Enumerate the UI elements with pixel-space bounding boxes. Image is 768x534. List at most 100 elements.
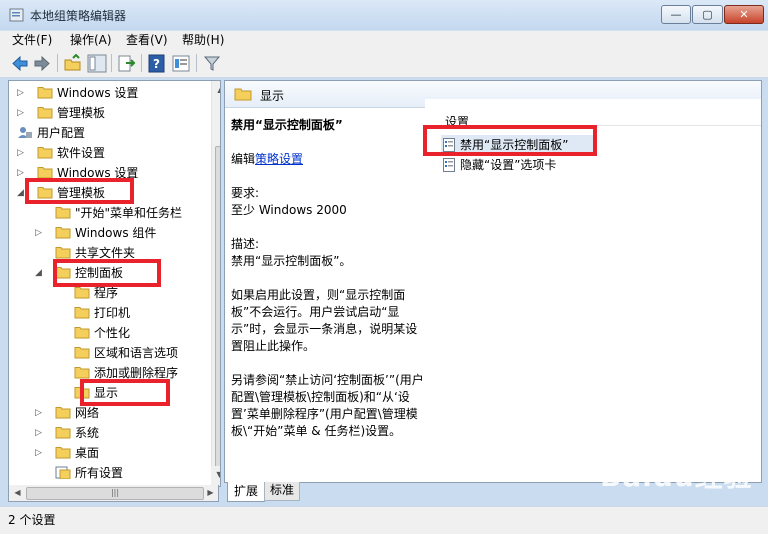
edit-policy-line: 编辑策略设置	[231, 151, 427, 168]
expand-arrow-icon[interactable]: ▷	[17, 143, 27, 163]
back-arrow-icon[interactable]	[10, 54, 30, 73]
tree-node-regional-language[interactable]: 区域和语言选项	[9, 343, 209, 363]
tree-node-label: 打印机	[94, 306, 131, 320]
setting-description-panel: 禁用“显示控制面板” 编辑策略设置 要求: 至少 Windows 2000 描述:…	[231, 117, 427, 457]
requirements-value: 至少 Windows 2000	[231, 203, 347, 217]
maximize-button[interactable]: ▢	[692, 5, 723, 24]
folder-icon	[74, 327, 90, 339]
tree-node-windows-settings[interactable]: ▷ Windows 设置	[9, 83, 209, 103]
tree-node-software-settings[interactable]: ▷ 软件设置	[9, 143, 209, 163]
expand-arrow-icon[interactable]: ▷	[35, 403, 45, 423]
tree-node-label: 系统	[75, 426, 100, 440]
tree-vertical-scrollbar[interactable]: ▲	[211, 81, 220, 468]
description-block: 描述: 禁用“显示控制面板”。	[231, 236, 427, 270]
tree-node-printers[interactable]: 打印机	[9, 303, 209, 323]
folder-icon	[55, 227, 71, 239]
tree-node-windows-components[interactable]: ▷ Windows 组件	[9, 223, 209, 243]
scroll-corner: ▼	[211, 466, 220, 486]
tree-node-personalization[interactable]: 个性化	[9, 323, 209, 343]
export-list-icon[interactable]	[117, 54, 137, 73]
folder-icon	[37, 147, 53, 159]
highlight-box-setting	[423, 125, 597, 156]
folder-icon	[74, 287, 90, 299]
tree-node-network[interactable]: ▷ 网络	[9, 403, 209, 423]
folder-icon	[74, 347, 90, 359]
folder-icon	[74, 367, 90, 379]
tree-node-label: 桌面	[75, 446, 100, 460]
tree-node-system[interactable]: ▷ 系统	[9, 423, 209, 443]
tree-node-admin-templates[interactable]: ▷ 管理模板	[9, 103, 209, 123]
tree-node-label: 个性化	[94, 326, 131, 340]
expand-arrow-icon[interactable]: ▷	[35, 423, 45, 443]
setting-item-hide-settings-tab[interactable]: 隐藏“设置”选项卡	[441, 155, 591, 175]
see-also-text: 另请参阅“禁止访问‘控制面板’”(用户配置\管理模板\控制面板)和“从‘设置’菜…	[231, 373, 424, 438]
highlight-box-admin-templates	[25, 178, 134, 204]
watermark-text: Baidu经验	[600, 460, 753, 493]
menu-view[interactable]: 查看(V)	[122, 32, 172, 49]
tree-node-label: 软件设置	[57, 146, 106, 160]
tree-horizontal-scrollbar[interactable]: ◀ ||| ▶	[8, 485, 219, 502]
description-detail: 如果启用此设置，则“显示控制面板”不会运行。用户尝试启动“显示”时，会显示一条消…	[231, 288, 418, 353]
tree-node-label: 网络	[75, 406, 100, 420]
forward-arrow-icon[interactable]	[32, 54, 52, 73]
folder-icon	[55, 247, 71, 259]
tab-extended[interactable]: 扩展	[227, 482, 265, 502]
help-icon[interactable]: ?	[147, 54, 167, 73]
requirements-block: 要求: 至少 Windows 2000	[231, 185, 427, 219]
user-config-icon	[18, 127, 32, 138]
policy-editor-icon	[9, 8, 24, 22]
svg-text:?: ?	[153, 57, 160, 71]
minimize-button[interactable]: —	[661, 5, 691, 24]
up-folder-icon[interactable]	[63, 54, 83, 73]
toolbar-separator	[111, 54, 112, 72]
tree-node-label: 所有设置	[75, 466, 124, 480]
status-bar: 2 个设置	[0, 506, 768, 534]
scroll-up-icon[interactable]: ▲	[212, 81, 220, 98]
tree-node-label: Windows 组件	[75, 226, 157, 240]
toolbar-separator	[141, 54, 142, 72]
menu-help[interactable]: 帮助(H)	[178, 32, 228, 49]
requirements-label: 要求:	[231, 186, 260, 200]
scroll-down-icon[interactable]: ▼	[211, 466, 220, 483]
tab-standard[interactable]: 标准	[264, 482, 300, 501]
expand-arrow-icon[interactable]: ▷	[35, 443, 45, 463]
collapse-arrow-icon[interactable]: ◢	[35, 263, 45, 283]
window-title: 本地组策略编辑器	[30, 9, 127, 23]
tree-node-start-menu-taskbar[interactable]: "开始"菜单和任务栏	[9, 203, 209, 223]
filter-icon[interactable]	[202, 54, 222, 73]
menu-bar: 文件(F) 操作(A) 查看(V) 帮助(H)	[0, 30, 768, 51]
scroll-right-icon[interactable]: ▶	[202, 484, 219, 501]
edit-policy-link[interactable]: 策略设置	[255, 152, 303, 166]
tree-hscroll-thumb[interactable]: |||	[26, 487, 204, 500]
toolbar: ?	[0, 50, 768, 78]
setting-title: 禁用“显示控制面板”	[231, 118, 343, 132]
tree-node-all-settings[interactable]: 所有设置	[9, 463, 209, 483]
folder-icon	[55, 407, 71, 419]
tree-node-user-config[interactable]: ◢用户配置	[9, 123, 209, 143]
menu-action[interactable]: 操作(A)	[66, 32, 116, 49]
all-settings-icon	[55, 466, 71, 479]
toolbar-separator	[196, 54, 197, 72]
expand-arrow-icon[interactable]: ▷	[17, 103, 27, 123]
properties-icon[interactable]	[171, 54, 191, 73]
details-header-title: 显示	[260, 89, 285, 103]
expand-arrow-icon[interactable]: ▷	[35, 223, 45, 243]
setting-item-label: 隐藏“设置”选项卡	[460, 158, 557, 172]
scroll-left-icon[interactable]: ◀	[9, 484, 26, 501]
tree-node-label: 区域和语言选项	[94, 346, 179, 360]
status-text: 2 个设置	[8, 513, 56, 527]
folder-icon	[37, 107, 53, 119]
tree-scroll-thumb[interactable]	[215, 146, 220, 468]
settings-list-header[interactable]: 设置	[425, 99, 761, 129]
folder-icon	[74, 307, 90, 319]
show-tree-icon[interactable]	[87, 54, 107, 73]
title-bar: 本地组策略编辑器 — ▢ ✕	[0, 0, 768, 30]
close-button[interactable]: ✕	[724, 5, 764, 24]
menu-file[interactable]: 文件(F)	[8, 32, 56, 49]
tree-node-label: "开始"菜单和任务栏	[75, 206, 183, 220]
tree-node-desktop[interactable]: ▷ 桌面	[9, 443, 209, 463]
toolbar-separator	[57, 54, 58, 72]
folder-icon	[234, 88, 252, 101]
highlight-box-display	[80, 379, 170, 406]
expand-arrow-icon[interactable]: ▷	[17, 83, 27, 103]
